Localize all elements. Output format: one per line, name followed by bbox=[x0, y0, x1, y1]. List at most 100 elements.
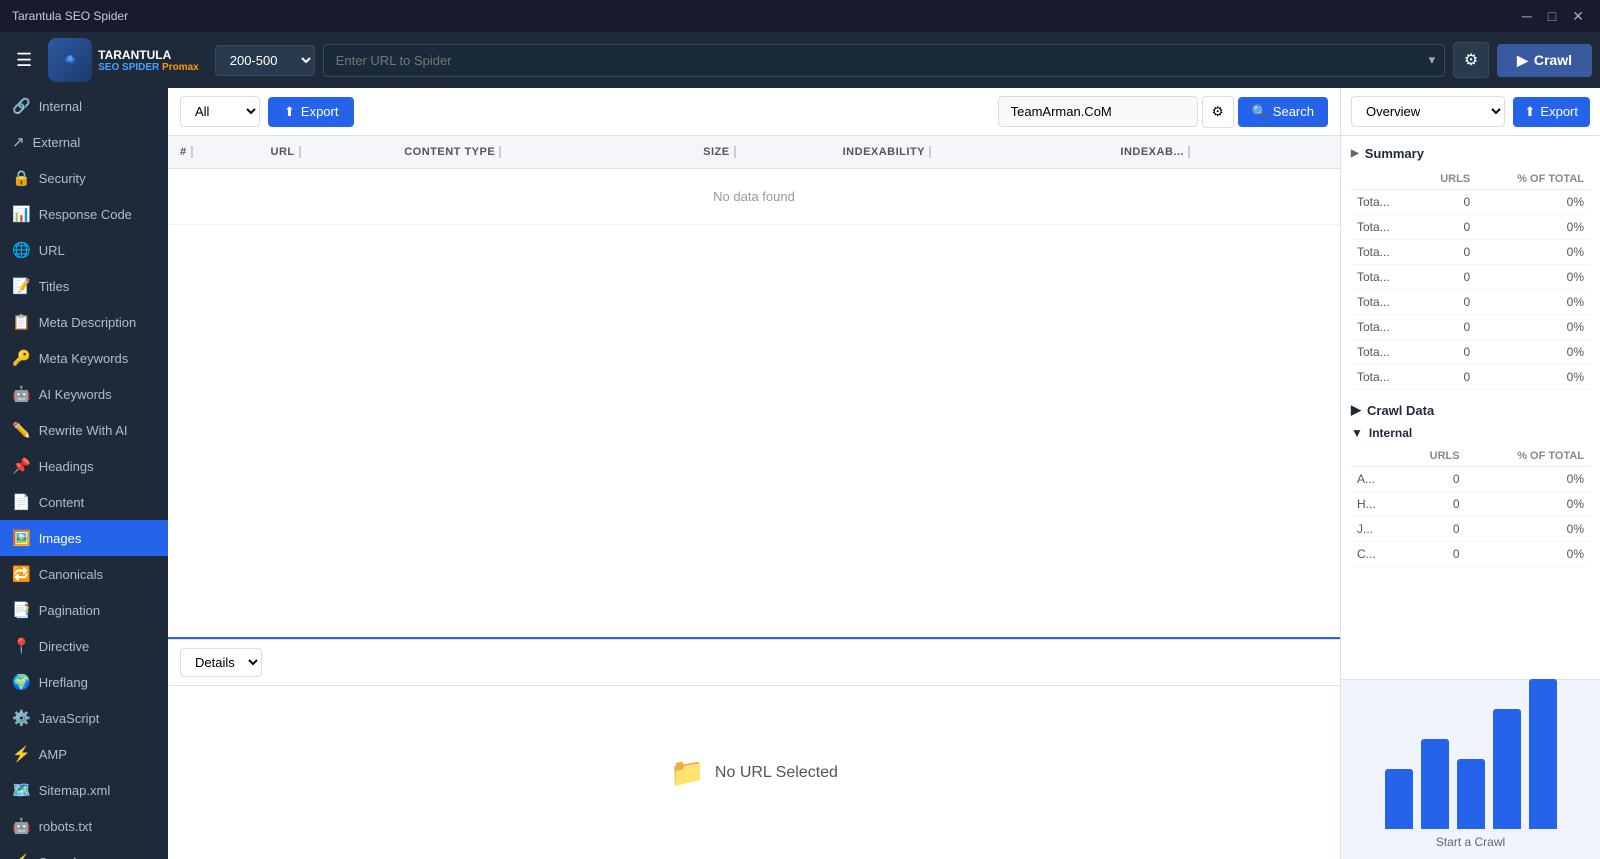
images-icon: 🖼️ bbox=[12, 529, 31, 547]
internal-toggle-icon: ▼ bbox=[1351, 426, 1363, 440]
internal-row-label: H... bbox=[1351, 492, 1399, 517]
logo-icon: 🕷 bbox=[48, 38, 92, 82]
summary-row-label: Tota... bbox=[1351, 340, 1416, 365]
url-input[interactable] bbox=[323, 44, 1445, 77]
sidebar-item-speed[interactable]: ⚡ Speed bbox=[0, 844, 168, 859]
response-code-icon: 📊 bbox=[12, 205, 31, 223]
chart-label: Start a Crawl bbox=[1436, 835, 1505, 849]
sidebar-item-meta-keywords[interactable]: 🔑 Meta Keywords bbox=[0, 340, 168, 376]
export-icon: ⬆ bbox=[284, 104, 295, 120]
sidebar-item-pagination[interactable]: 📑 Pagination bbox=[0, 592, 168, 628]
col-content-type[interactable]: CONTENT TYPE bbox=[392, 136, 691, 169]
url-dropdown-arrow: ▾ bbox=[1429, 52, 1436, 68]
sidebar-item-canonicals[interactable]: 🔁 Canonicals bbox=[0, 556, 168, 592]
close-button[interactable]: ✕ bbox=[1568, 8, 1588, 25]
summary-header-row: URLS % OF TOTAL bbox=[1351, 169, 1590, 190]
minimize-button[interactable]: ─ bbox=[1518, 8, 1536, 25]
summary-row: Tota...00% bbox=[1351, 240, 1590, 265]
internal-header[interactable]: ▼ Internal bbox=[1351, 426, 1590, 440]
summary-table: URLS % OF TOTAL Tota...00%Tota...00%Tota… bbox=[1351, 169, 1590, 390]
crawl-data-header[interactable]: ▶ Crawl Data bbox=[1351, 402, 1590, 418]
summary-row-label: Tota... bbox=[1351, 365, 1416, 390]
filter-select[interactable]: All bbox=[180, 96, 260, 127]
col-url[interactable]: URL bbox=[259, 136, 393, 169]
sidebar-item-response-code[interactable]: 📊 Response Code bbox=[0, 196, 168, 232]
internal-row-urls: 0 bbox=[1399, 517, 1465, 542]
sidebar-item-robots[interactable]: 🤖 robots.txt bbox=[0, 808, 168, 844]
search-button[interactable]: 🔍 Search bbox=[1238, 97, 1328, 127]
summary-row: Tota...00% bbox=[1351, 365, 1590, 390]
chart-bar bbox=[1385, 769, 1413, 829]
title-bar-controls: ─ □ ✕ bbox=[1518, 8, 1588, 25]
logo-text: TARANTULA SEO SPIDER Promax bbox=[98, 48, 199, 73]
summary-row-pct: 0% bbox=[1476, 190, 1590, 215]
sidebar-item-meta-description[interactable]: 📋 Meta Description bbox=[0, 304, 168, 340]
sidebar-item-javascript[interactable]: ⚙️ JavaScript bbox=[0, 700, 168, 736]
maximize-button[interactable]: □ bbox=[1544, 8, 1560, 25]
sidebar-item-label: External bbox=[33, 135, 81, 150]
sidebar-item-ai-keywords[interactable]: 🤖 AI Keywords bbox=[0, 376, 168, 412]
url-count-select[interactable]: 200-500 bbox=[215, 45, 315, 76]
summary-row-pct: 0% bbox=[1476, 365, 1590, 390]
sidebar-item-label: robots.txt bbox=[39, 819, 92, 834]
sidebar-item-rewrite[interactable]: ✏️ Rewrite With AI bbox=[0, 412, 168, 448]
summary-row: Tota...00% bbox=[1351, 290, 1590, 315]
summary-section-header[interactable]: ▶ Summary bbox=[1351, 146, 1590, 161]
internal-row-urls: 0 bbox=[1399, 542, 1465, 567]
overview-select[interactable]: Overview bbox=[1351, 96, 1505, 127]
content-area: All ⬆ Export ⚙ 🔍 Search # bbox=[168, 88, 1340, 859]
sidebar-item-sitemap[interactable]: 🗺️ Sitemap.xml bbox=[0, 772, 168, 808]
sidebar-item-url[interactable]: 🌐 URL bbox=[0, 232, 168, 268]
summary-row: Tota...00% bbox=[1351, 215, 1590, 240]
hamburger-button[interactable]: ☰ bbox=[8, 46, 40, 75]
sidebar-item-hreflang[interactable]: 🌍 Hreflang bbox=[0, 664, 168, 700]
settings-button[interactable]: ⚙ bbox=[1453, 42, 1489, 78]
content-toolbar: All ⬆ Export ⚙ 🔍 Search bbox=[168, 88, 1340, 136]
sidebar-item-security[interactable]: 🔒 Security bbox=[0, 160, 168, 196]
meta-desc-icon: 📋 bbox=[12, 313, 31, 331]
sidebar-item-directive[interactable]: 📍 Directive bbox=[0, 628, 168, 664]
sidebar-item-amp[interactable]: ⚡ AMP bbox=[0, 736, 168, 772]
search-icon: 🔍 bbox=[1252, 104, 1268, 120]
col-indexab[interactable]: INDEXAB... bbox=[1108, 136, 1340, 169]
export-button[interactable]: ⬆ Export bbox=[268, 97, 354, 127]
sidebar-item-titles[interactable]: 📝 Titles bbox=[0, 268, 168, 304]
chart-bar bbox=[1421, 739, 1449, 829]
directive-icon: 📍 bbox=[12, 637, 31, 655]
sidebar-item-label: Meta Keywords bbox=[39, 351, 129, 366]
col-num[interactable]: # bbox=[168, 136, 259, 169]
sidebar-item-external[interactable]: ↗ External bbox=[0, 124, 168, 160]
summary-col-pct: % OF TOTAL bbox=[1476, 169, 1590, 190]
sidebar-item-internal[interactable]: 🔗 Internal bbox=[0, 88, 168, 124]
right-export-button[interactable]: ⬆ Export bbox=[1513, 97, 1590, 127]
internal-row-pct: 0% bbox=[1466, 467, 1590, 492]
internal-row-urls: 0 bbox=[1399, 492, 1465, 517]
search-input[interactable] bbox=[998, 96, 1198, 127]
summary-row-urls: 0 bbox=[1416, 290, 1477, 315]
col-size[interactable]: SIZE bbox=[691, 136, 831, 169]
col-indexability[interactable]: INDEXABILITY bbox=[831, 136, 1109, 169]
search-settings-button[interactable]: ⚙ bbox=[1202, 96, 1234, 128]
internal-row-label: A... bbox=[1351, 467, 1399, 492]
canonicals-icon: 🔁 bbox=[12, 565, 31, 583]
data-table: # URL CONTENT TYPE SIZE INDEXABILITY IND… bbox=[168, 136, 1340, 225]
chart-area: Start a Crawl bbox=[1341, 679, 1600, 859]
amp-icon: ⚡ bbox=[12, 745, 31, 763]
crawl-button[interactable]: ▶ Crawl bbox=[1497, 44, 1592, 77]
summary-row: Tota...00% bbox=[1351, 340, 1590, 365]
sidebar-item-label: Security bbox=[39, 171, 86, 186]
internal-section: ▼ Internal URLS % OF TOTAL A...00%H. bbox=[1351, 426, 1590, 567]
internal-row-pct: 0% bbox=[1466, 542, 1590, 567]
sidebar-item-label: Headings bbox=[39, 459, 94, 474]
sidebar-item-label: Images bbox=[39, 531, 82, 546]
ai-kw-icon: 🤖 bbox=[12, 385, 31, 403]
sidebar-item-images[interactable]: 🖼️ Images bbox=[0, 520, 168, 556]
logo-line2: SEO SPIDER Promax bbox=[98, 62, 199, 73]
internal-row: H...00% bbox=[1351, 492, 1590, 517]
sidebar-item-headings[interactable]: 📌 Headings bbox=[0, 448, 168, 484]
internal-col-pct: % OF TOTAL bbox=[1466, 446, 1590, 467]
details-select[interactable]: Details bbox=[180, 648, 262, 677]
table-header-row: # URL CONTENT TYPE SIZE INDEXABILITY IND… bbox=[168, 136, 1340, 169]
sidebar-item-content[interactable]: 📄 Content bbox=[0, 484, 168, 520]
internal-title: Internal bbox=[1369, 426, 1412, 440]
